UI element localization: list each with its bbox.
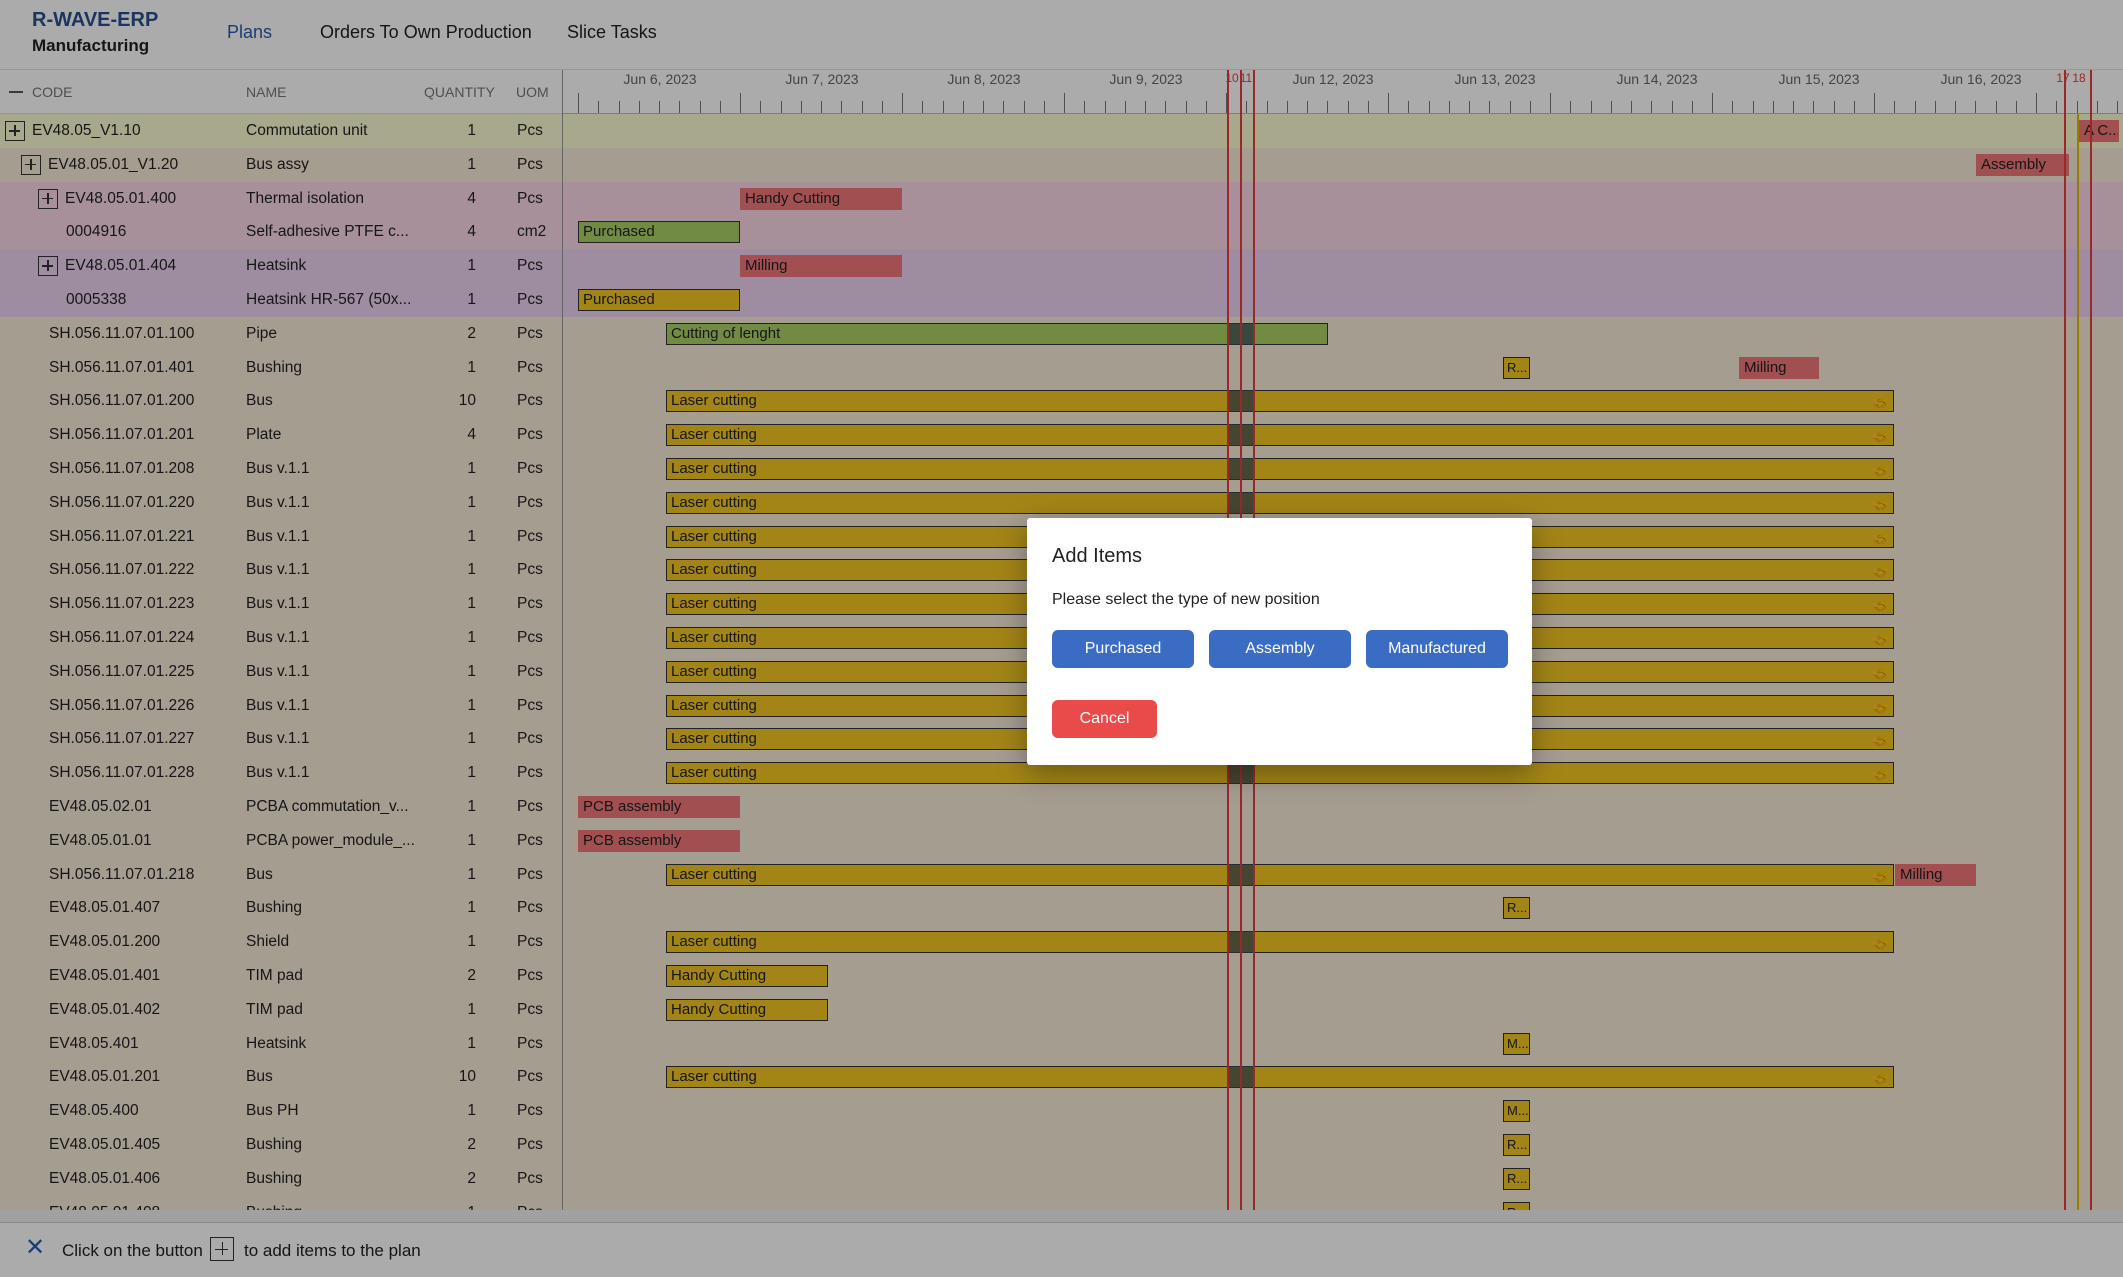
- manufactured-button[interactable]: Manufactured: [1366, 630, 1508, 668]
- dialog-text: Please select the type of new position: [1052, 591, 1320, 608]
- app-window: R-WAVE-ERP Manufacturing Plans Orders To…: [0, 0, 2123, 1277]
- purchased-button[interactable]: Purchased: [1052, 630, 1194, 668]
- dialog-title: Add Items: [1052, 545, 1143, 567]
- assembly-button[interactable]: Assembly: [1209, 630, 1351, 668]
- add-items-dialog: Add Items Please select the type of new …: [1027, 518, 1532, 765]
- cancel-button[interactable]: Cancel: [1052, 700, 1157, 738]
